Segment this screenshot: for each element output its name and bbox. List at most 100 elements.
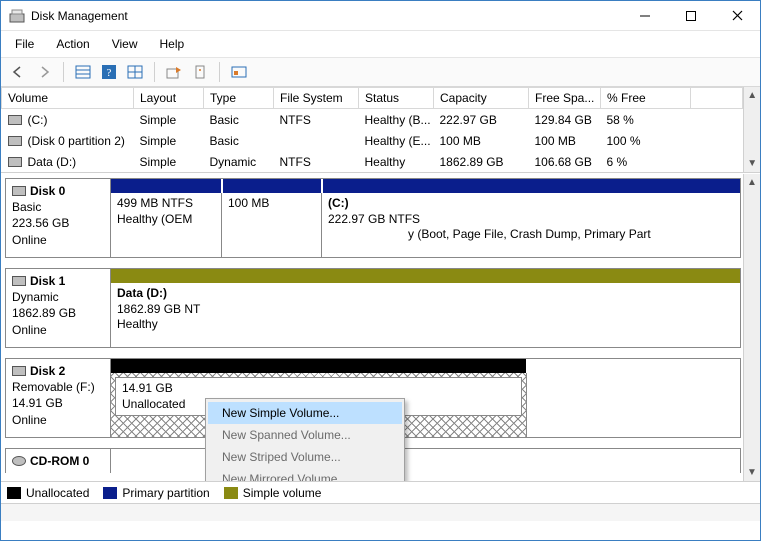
back-button[interactable] [7,61,29,83]
svg-text:?: ? [107,67,112,79]
partition-size: 499 MB NTFS [117,196,215,212]
window-controls [622,1,760,30]
disk-name: Disk 0 [30,184,65,198]
scroll-up-icon[interactable]: ▲ [744,87,760,104]
partition-size: 1862.89 GB NT [117,302,215,318]
maximize-button[interactable] [668,1,714,30]
disk-icon [12,186,26,196]
cdrom-icon [12,456,26,466]
cell-capacity: 100 MB [434,130,529,151]
cell-fs: NTFS [274,151,359,172]
scroll-down-icon[interactable]: ▼ [744,155,760,172]
refresh-icon[interactable] [163,61,185,83]
toolbar-grid-icon[interactable] [124,61,146,83]
table-row[interactable]: (Disk 0 partition 2) Simple Basic Health… [2,130,743,151]
cell-pct: 6 % [601,151,691,172]
settings-icon[interactable] [189,61,211,83]
col-capacity[interactable]: Capacity [434,88,529,109]
cell-free: 106.68 GB [529,151,601,172]
disk-type: Basic [12,199,104,215]
menu-view[interactable]: View [108,35,142,53]
cell-fs: NTFS [274,109,359,131]
drive-icon [8,157,22,167]
cell-type: Basic [204,109,274,131]
scroll-down-icon[interactable]: ▼ [744,464,760,481]
col-pctfree[interactable]: % Free [601,88,691,109]
disk-header: Disk 2 Removable (F:) 14.91 GB Online [6,359,111,437]
disk-name: Disk 2 [30,364,65,378]
legend-label: Simple volume [243,486,322,500]
partition-box[interactable]: Data (D:) 1862.89 GB NT Healthy [111,283,221,347]
close-button[interactable] [714,1,760,30]
disk-pane-scrollbar[interactable]: ▲ ▼ [743,174,760,481]
partition-stripe [223,179,321,193]
col-layout[interactable]: Layout [134,88,204,109]
disk-row-disk1[interactable]: Disk 1 Dynamic 1862.89 GB Online Data (D… [5,268,741,348]
window-title: Disk Management [31,9,622,23]
partition-name: Data (D:) [117,286,215,302]
scroll-up-icon[interactable]: ▲ [744,174,760,191]
col-type[interactable]: Type [204,88,274,109]
partition-size: 222.97 GB NTFS [328,212,420,226]
menubar: File Action View Help [1,31,760,57]
legend-label: Unallocated [26,486,89,500]
drive-icon [8,115,22,125]
toolbar-icon-last[interactable] [228,61,250,83]
toolbar: ? [1,57,760,87]
partition-box[interactable]: 499 MB NTFS Healthy (OEM [111,193,221,257]
partition-box[interactable]: (C:) 222.97 GB NTFS y (Boot, Page File, … [321,193,740,257]
cell-volume: (C:) [28,113,48,127]
table-row[interactable]: Data (D:) Simple Dynamic NTFS Healthy 18… [2,151,743,172]
ctx-new-striped-volume: New Striped Volume... [208,446,402,468]
cell-free: 100 MB [529,130,601,151]
ctx-new-mirrored-volume: New Mirrored Volume... [208,468,402,481]
disk-size: 1862.89 GB [12,305,104,321]
menu-help[interactable]: Help [156,35,189,53]
col-free[interactable]: Free Spa... [529,88,601,109]
cell-type: Dynamic [204,151,274,172]
context-menu: New Simple Volume... New Spanned Volume.… [205,398,405,481]
toolbar-list-icon[interactable] [72,61,94,83]
forward-button[interactable] [33,61,55,83]
cell-capacity: 222.97 GB [434,109,529,131]
disk-row-disk0[interactable]: Disk 0 Basic 223.56 GB Online 499 MB NTF… [5,178,741,258]
help-icon[interactable]: ? [98,61,120,83]
partition-name: (C:) [328,196,734,212]
disk-size: 14.91 GB [12,395,104,411]
statusbar [1,503,760,521]
disk-state: Online [12,322,104,338]
partition-status: Healthy (OEM [117,212,215,228]
swatch-simple [224,487,238,499]
disk-type: Dynamic [12,289,104,305]
disk-type: Removable (F:) [12,379,104,395]
disk-icon [12,276,26,286]
col-fs[interactable]: File System [274,88,359,109]
col-volume[interactable]: Volume [2,88,134,109]
menu-action[interactable]: Action [52,35,93,53]
partition-stripe [323,179,740,193]
menu-file[interactable]: File [11,35,38,53]
disk-icon [12,366,26,376]
cell-type: Basic [204,130,274,151]
disk-name: Disk 1 [30,274,65,288]
partition-status: Healthy [117,317,215,333]
cell-layout: Simple [134,130,204,151]
disk-name: CD-ROM 0 [30,454,89,468]
ctx-new-simple-volume[interactable]: New Simple Volume... [208,402,402,424]
drive-icon [8,136,22,146]
partition-size: 100 MB [228,196,315,212]
volume-table[interactable]: Volume Layout Type File System Status Ca… [1,87,743,172]
cell-volume: Data (D:) [28,155,77,169]
cell-status: Healthy (E... [359,130,434,151]
disk-size: 223.56 GB [12,215,104,231]
disk-mgmt-icon [9,8,25,24]
volume-list: Volume Layout Type File System Status Ca… [1,87,760,173]
table-row[interactable]: (C:) Simple Basic NTFS Healthy (B... 222… [2,109,743,131]
partition-box[interactable]: 100 MB [221,193,321,257]
volume-scrollbar[interactable]: ▲ ▼ [743,87,760,172]
cell-volume: (Disk 0 partition 2) [28,134,125,148]
legend: Unallocated Primary partition Simple vol… [1,481,760,503]
swatch-unallocated [7,487,21,499]
col-status[interactable]: Status [359,88,434,109]
minimize-button[interactable] [622,1,668,30]
